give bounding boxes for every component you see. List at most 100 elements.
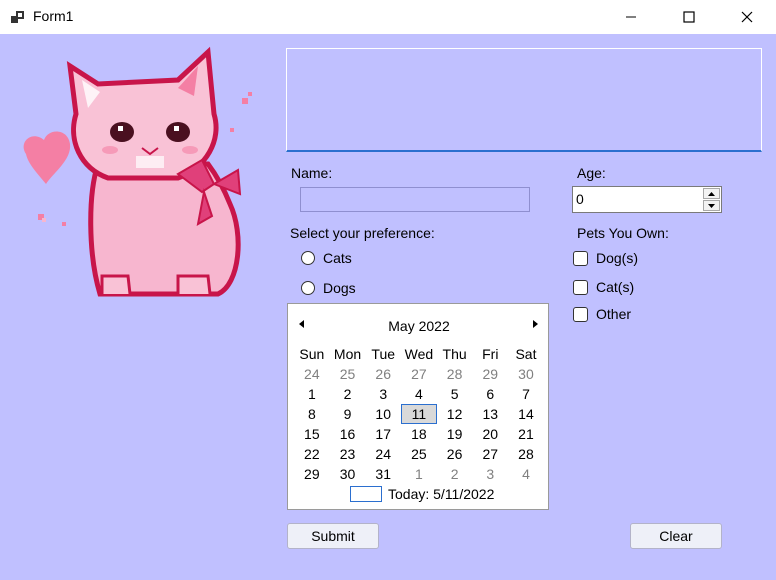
calendar-day[interactable]: 23 <box>330 444 366 464</box>
app-form-icon <box>11 11 24 23</box>
calendar-month-title[interactable]: May 2022 <box>288 318 550 334</box>
heart-icon <box>23 131 71 184</box>
clear-button[interactable]: Clear <box>630 523 722 549</box>
radio-circle[interactable] <box>301 281 315 295</box>
name-label: Name: <box>291 165 333 181</box>
name-input[interactable] <box>300 187 530 212</box>
calendar-day-other-month[interactable]: 30 <box>508 364 544 384</box>
weekday-label: Thu <box>442 346 467 362</box>
calendar-day[interactable]: 10 <box>365 404 401 424</box>
checkbox-cats-label: Cat(s) <box>596 279 635 295</box>
radio-circle[interactable] <box>301 251 315 265</box>
calendar-day[interactable]: 5 <box>437 384 473 404</box>
checkbox-dogs-label: Dog(s) <box>596 250 639 266</box>
radio-cats-label: Cats <box>323 250 352 266</box>
calendar-week-row: 24 25 26 27 28 29 30 <box>294 364 544 384</box>
today-label: Today: 5/11/2022 <box>388 486 495 502</box>
calendar-day[interactable]: 4 <box>401 384 437 404</box>
calendar-day-other-month[interactable]: 27 <box>401 364 437 384</box>
kitten-picture <box>23 46 252 297</box>
calendar-day[interactable]: 3 <box>365 384 401 404</box>
calendar-week-row: 15 16 17 18 19 20 21 <box>294 424 544 444</box>
calendar-today-footer[interactable]: Today: 5/11/2022 <box>350 486 494 502</box>
calendar-day[interactable]: 8 <box>294 404 330 424</box>
calendar-day[interactable]: 16 <box>330 424 366 444</box>
calendar-day[interactable]: 19 <box>437 424 473 444</box>
calendar-day[interactable]: 9 <box>330 404 366 424</box>
calendar-day[interactable]: 15 <box>294 424 330 444</box>
calendar-week-row: 22 23 24 25 26 27 28 <box>294 444 544 464</box>
age-numeric-input[interactable]: 0 <box>572 186 722 213</box>
calendar-day-other-month[interactable]: 4 <box>508 464 544 484</box>
calendar-day[interactable]: 22 <box>294 444 330 464</box>
calendar-day[interactable]: 13 <box>472 404 508 424</box>
checkbox-box[interactable] <box>573 306 588 322</box>
calendar-day[interactable]: 28 <box>508 444 544 464</box>
calendar-day-other-month[interactable]: 24 <box>294 364 330 384</box>
calendar-day-other-month[interactable]: 25 <box>330 364 366 384</box>
maximize-icon <box>683 11 695 23</box>
calendar-week-row: 1234567 <box>294 384 544 404</box>
arrow-up-icon <box>708 191 715 196</box>
checkbox-dogs[interactable]: Dog(s) <box>573 250 638 266</box>
spin-up-button[interactable] <box>703 188 720 199</box>
calendar-week-row: 8 9 10 11 12 13 14 <box>294 404 544 424</box>
calendar-day[interactable]: 18 <box>401 424 437 444</box>
close-button[interactable] <box>718 0 776 34</box>
radio-cats[interactable]: Cats <box>301 250 352 266</box>
calendar-day[interactable]: 24 <box>365 444 401 464</box>
calendar-week-row: 29 30 31 1 2 3 4 <box>294 464 544 484</box>
weekday-label: Sat <box>515 346 537 362</box>
calendar-day[interactable]: 31 <box>365 464 401 484</box>
calendar-weekday-header: Sun Mon Tue Wed Thu Fri Sat <box>294 344 544 364</box>
calendar-day[interactable]: 21 <box>508 424 544 444</box>
weekday-label: Sun <box>299 346 325 362</box>
calendar-day[interactable]: 30 <box>330 464 366 484</box>
calendar-day-other-month[interactable]: 28 <box>437 364 473 384</box>
weekday-label: Wed <box>404 346 434 362</box>
calendar-day[interactable]: 1 <box>294 384 330 404</box>
minimize-icon <box>626 16 636 18</box>
calendar-day[interactable]: 20 <box>472 424 508 444</box>
age-label: Age: <box>577 165 606 181</box>
calendar-day[interactable]: 26 <box>437 444 473 464</box>
calendar-day[interactable]: 2 <box>330 384 366 404</box>
minimize-button[interactable] <box>602 0 660 34</box>
age-value: 0 <box>576 191 584 207</box>
checkbox-other[interactable]: Other <box>573 306 631 322</box>
weekday-label: Mon <box>333 346 362 362</box>
calendar-day-other-month[interactable]: 26 <box>365 364 401 384</box>
calendar-day[interactable]: 11 <box>401 404 437 424</box>
pets-label: Pets You Own: <box>577 225 669 241</box>
triangle-right-icon[interactable] <box>529 317 541 331</box>
calendar-day[interactable]: 17 <box>365 424 401 444</box>
today-marker <box>350 486 382 502</box>
calendar-day[interactable]: 25 <box>401 444 437 464</box>
calendar-day-other-month[interactable]: 1 <box>401 464 437 484</box>
radio-dogs-label: Dogs <box>323 280 356 296</box>
calendar-day[interactable]: 7 <box>508 384 544 404</box>
checkbox-cats[interactable]: Cat(s) <box>573 279 634 295</box>
close-icon <box>741 11 753 23</box>
calendar-day[interactable]: 27 <box>472 444 508 464</box>
calendar-day[interactable]: 12 <box>437 404 473 424</box>
checkbox-box[interactable] <box>573 279 588 295</box>
maximize-button[interactable] <box>660 0 718 34</box>
calendar-day-other-month[interactable]: 29 <box>472 364 508 384</box>
calendar-day[interactable]: 29 <box>294 464 330 484</box>
weekday-label: Fri <box>482 346 499 362</box>
spin-down-button[interactable] <box>703 200 720 211</box>
radio-dogs[interactable]: Dogs <box>301 280 356 296</box>
calendar-grid: Sun Mon Tue Wed Thu Fri Sat 24 25 26 27 28 29 30 1 2 3 4 5… <box>294 344 544 484</box>
month-calendar[interactable]: May 2022 Sun Mon Tue Wed Thu Fri Sat 24 25 26 27 28… <box>287 303 549 510</box>
calendar-day[interactable]: 6 <box>472 384 508 404</box>
checkbox-box[interactable] <box>573 250 588 266</box>
submit-button[interactable]: Submit <box>287 523 379 549</box>
notes-textbox[interactable] <box>286 48 762 152</box>
age-spinner[interactable] <box>703 188 720 211</box>
calendar-day[interactable]: 14 <box>508 404 544 424</box>
calendar-day-other-month[interactable]: 2 <box>437 464 473 484</box>
calendar-day-other-month[interactable]: 3 <box>472 464 508 484</box>
preference-label: Select your preference: <box>290 225 435 241</box>
title-bar: Form1 <box>0 0 776 34</box>
